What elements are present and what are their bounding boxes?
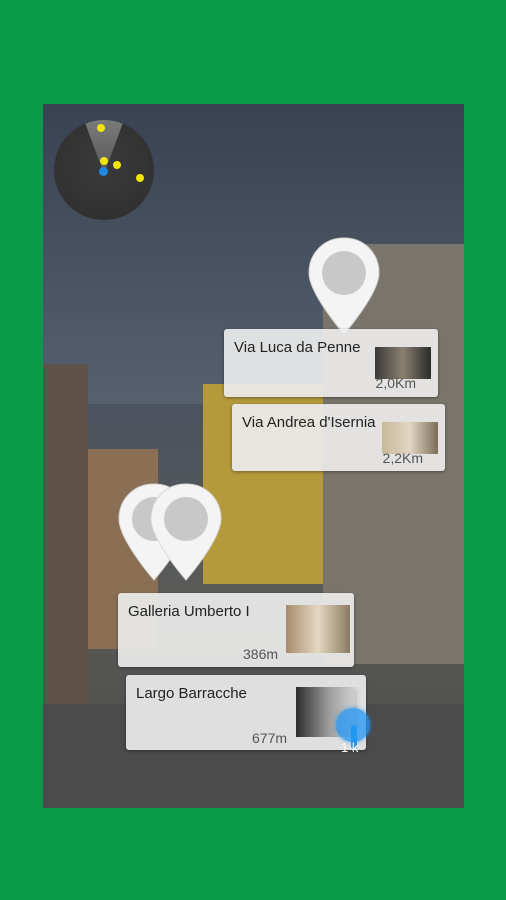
place-thumbnail — [286, 605, 350, 653]
radar-blip — [100, 157, 108, 165]
place-name: Via Andrea d'Isernia — [242, 414, 376, 431]
place-name: Via Luca da Penne — [234, 339, 361, 356]
place-card[interactable]: Largo Barracche 677m — [126, 675, 366, 750]
map-pin-icon[interactable] — [149, 482, 223, 582]
range-slider-handle[interactable] — [336, 708, 370, 742]
place-name: Galleria Umberto I — [128, 603, 250, 620]
place-distance: 2,2Km — [382, 450, 423, 466]
place-card[interactable]: Via Andrea d'Isernia 2,2Km — [232, 404, 445, 471]
user-location-icon — [99, 167, 108, 176]
range-slider-label: 1 k — [341, 740, 359, 755]
camera-view: Via Luca da Penne 2,0Km Via Andrea d'Ise… — [43, 104, 464, 808]
radar-widget[interactable] — [54, 120, 154, 220]
place-distance: 386m — [243, 646, 279, 662]
place-name: Largo Barracche — [136, 685, 247, 702]
map-pin-icon[interactable] — [307, 236, 381, 336]
place-distance: 2,0Km — [375, 375, 416, 391]
place-card[interactable]: Via Luca da Penne 2,0Km — [224, 329, 438, 397]
building-left — [43, 364, 88, 704]
radar-blip — [136, 174, 144, 182]
place-distance: 677m — [252, 730, 288, 746]
radar-blip — [113, 161, 121, 169]
place-card[interactable]: Galleria Umberto I 386m — [118, 593, 354, 667]
radar-blip — [97, 124, 105, 132]
